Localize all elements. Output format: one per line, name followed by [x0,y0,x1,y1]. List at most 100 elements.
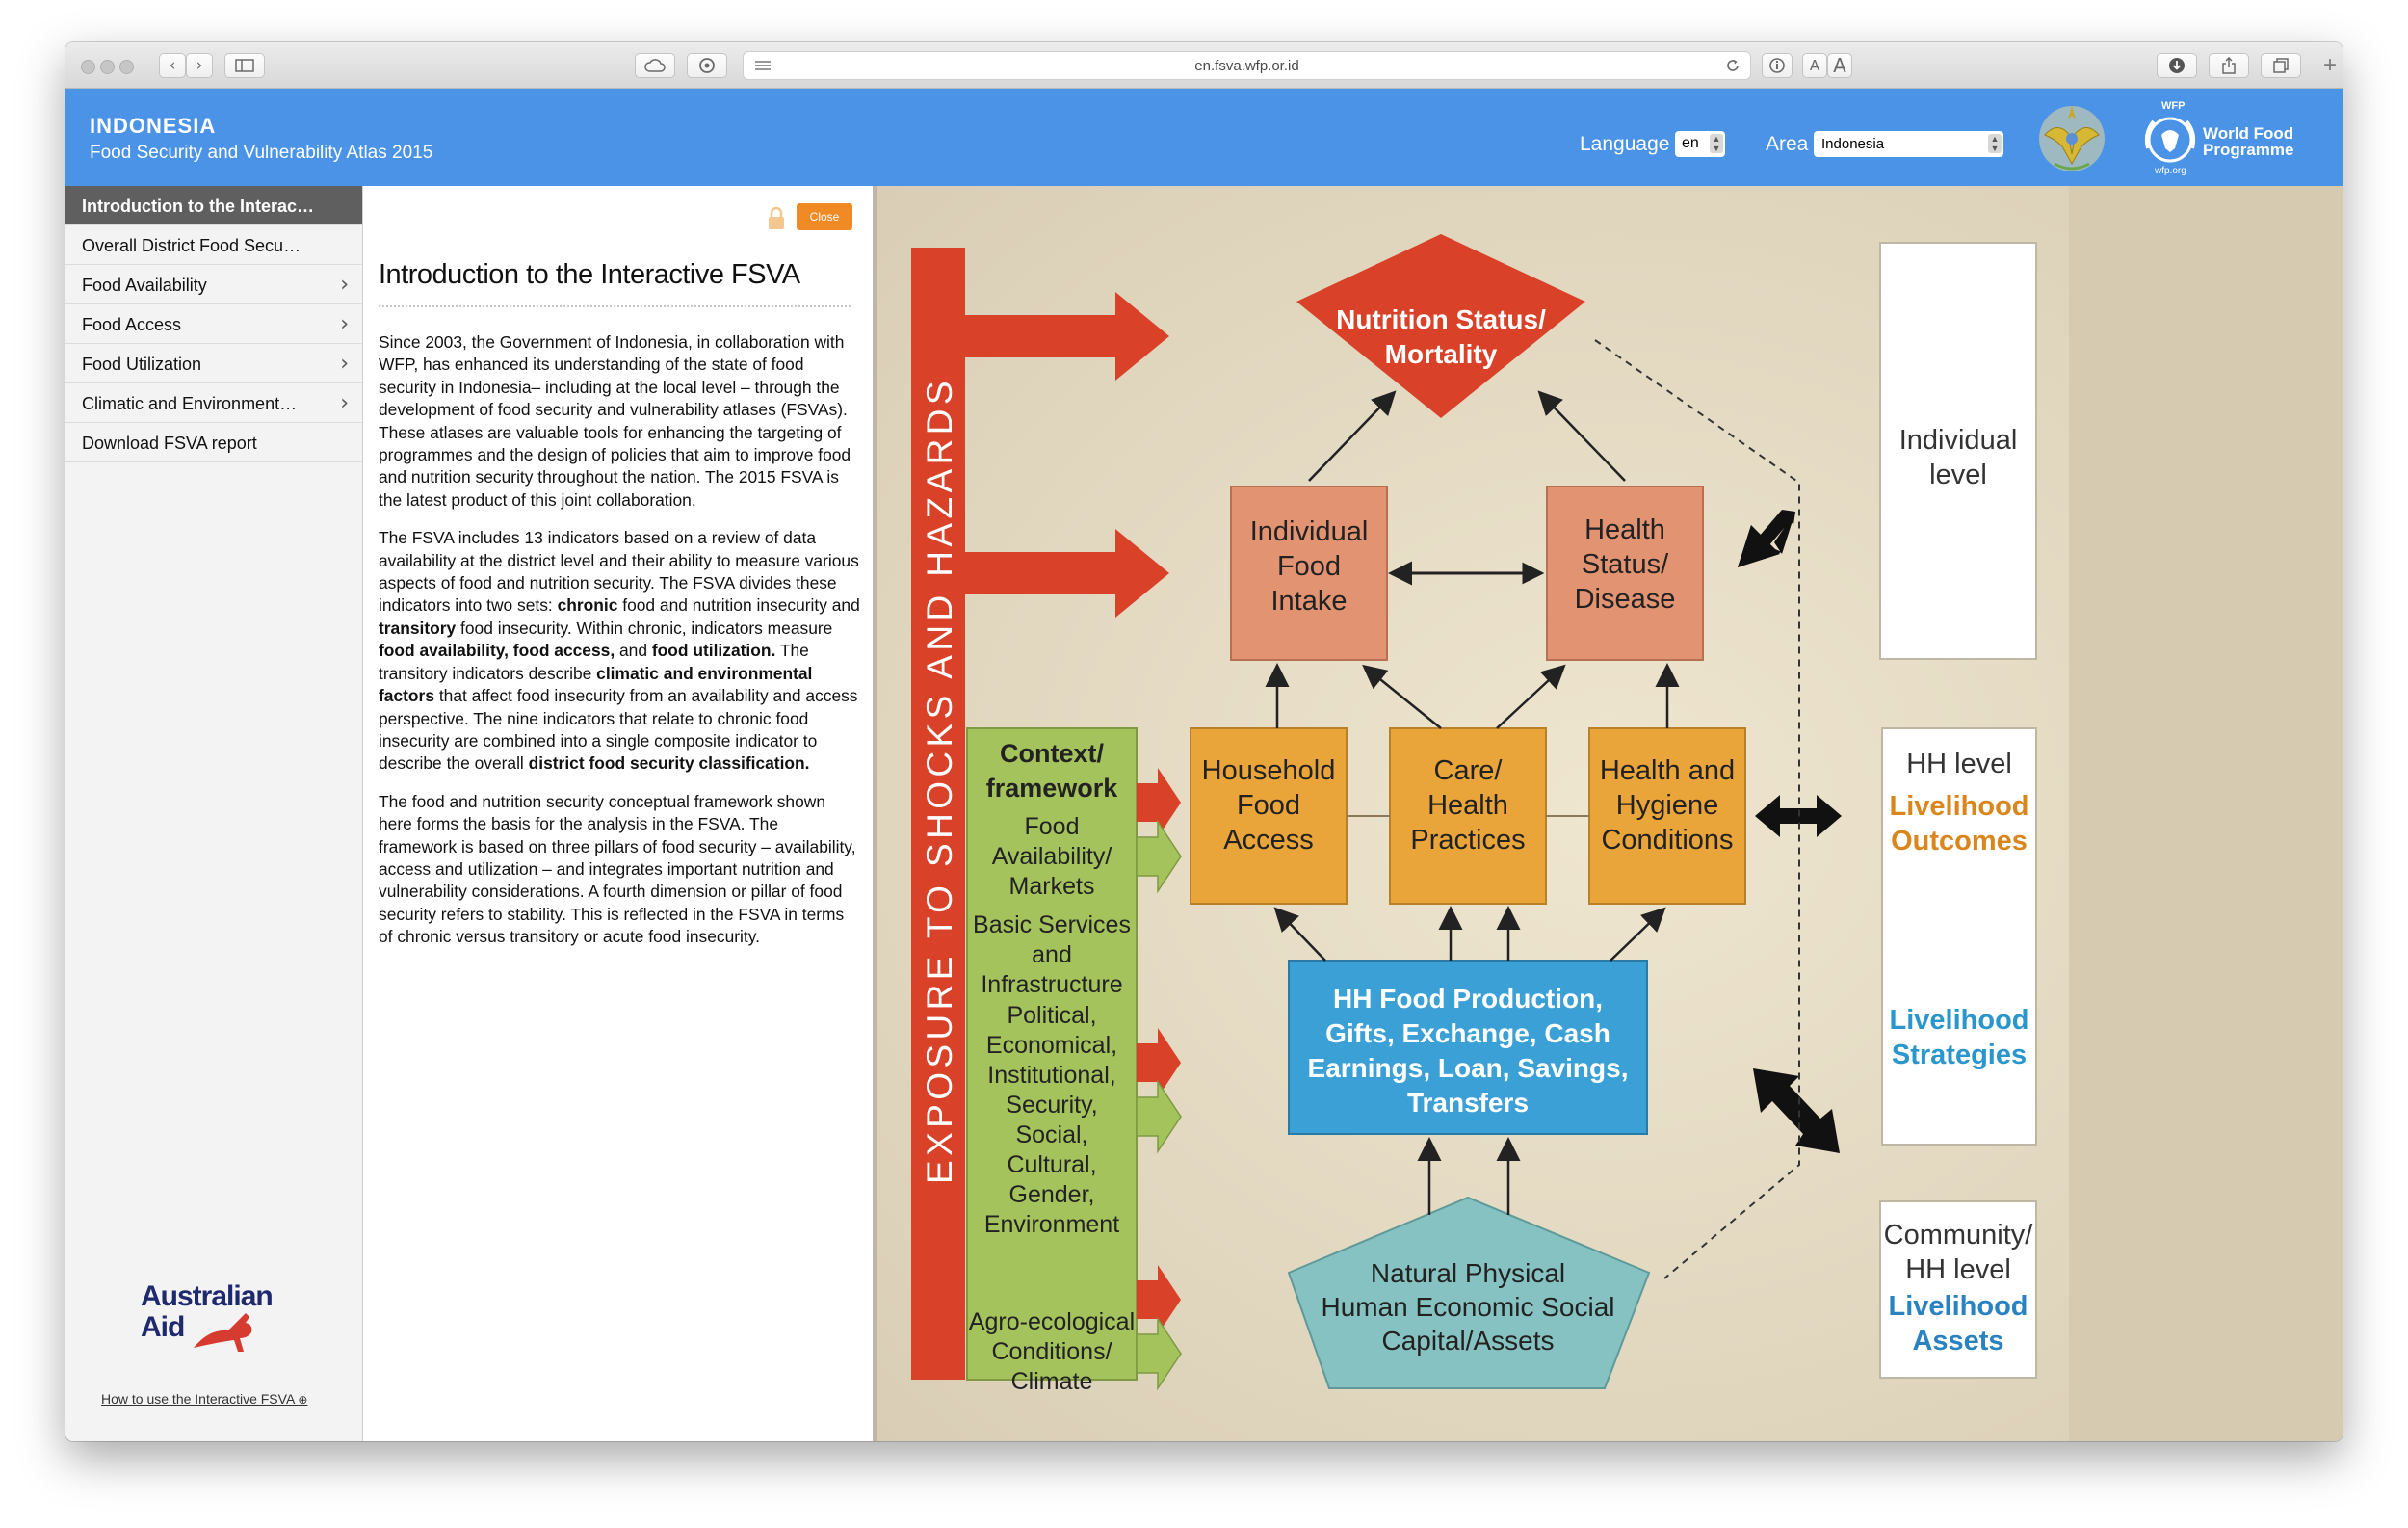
plus-icon: + [2322,52,2337,78]
sidebar-item-label: Food Availability [82,276,207,295]
minimize-window-button[interactable] [100,60,115,74]
new-tab-button[interactable]: + [2322,52,2337,78]
area-value: Indonesia [1821,136,1885,152]
sidebar-item-climatic[interactable]: Climatic and Environment… › [65,383,362,423]
sidebar-item-label: Climatic and Environment… [82,394,298,413]
close-panel-button[interactable]: Close [797,203,852,230]
downloads-button[interactable] [2157,53,2197,78]
hhc-line1: Health and [1600,755,1735,786]
exposure-label: EXPOSURE TO SHOCKS AND HAZARDS [920,377,959,1184]
url-text: en.fsva.wfp.or.id [1194,58,1299,74]
nutrition-line1: Nutrition Status/ [1336,304,1546,334]
wfp-name: World Food Programme [2203,125,2293,158]
outcomes-line2: Outcomes [1891,826,2028,856]
p2-bold-classification: district food security classification. [528,753,810,774]
help-link-label: How to use the Interactive FSVA [101,1391,295,1407]
context-agro-line2: Conditions/ [991,1338,1112,1365]
share-button[interactable] [2209,53,2249,78]
sidebar-item-label: Introduction to the Interac… [82,197,314,216]
community-line1: Community/ [1884,1220,2034,1251]
context-food-line3: Markets [1009,873,1095,900]
community-line2: HH level [1905,1254,2011,1285]
close-window-button[interactable] [81,60,95,74]
zoom-window-button[interactable] [119,60,134,74]
hfa-line2: Food [1237,790,1300,821]
sidebar-item-food-utilization[interactable]: Food Utilization › [65,344,362,383]
privacy-button[interactable] [687,53,727,78]
language-select[interactable]: en ▲ ▼ [1675,131,1725,157]
language-value: en [1682,135,1699,151]
context-title-line1: Context/ [1000,739,1104,768]
outcomes-line1: Livelihood [1890,791,2029,822]
chevron-right-icon: › [340,273,349,297]
text-smaller-label: A [1809,57,1820,74]
wfp-emblem-icon [2144,117,2196,163]
area-select[interactable]: Indonesia ▲ ▼ [1814,131,2003,157]
context-basic-line3: Infrastructure [981,971,1122,998]
cloud-icon [644,59,666,72]
download-icon [2169,58,2185,73]
lock-icon[interactable] [766,206,787,231]
context-agro-line3: Climate [1011,1368,1093,1395]
australian-aid-logo: Australian Aid [136,1280,309,1357]
text-smaller-button[interactable]: A [1802,53,1827,78]
sidebar-item-download-report[interactable]: Download FSVA report [65,423,362,462]
text-larger-button[interactable]: A [1827,53,1852,78]
ca-line2: Human Economic Social [1321,1292,1614,1322]
ca-line3: Capital/Assets [1382,1326,1555,1356]
conceptual-framework: EXPOSURE TO SHOCKS AND HAZARDS Context/ … [873,186,2343,1441]
icloud-tabs-button[interactable] [635,53,675,78]
panel-divider[interactable] [873,186,877,1441]
sidebar-item-food-access[interactable]: Food Access › [65,304,362,344]
sidebar-toggle-button[interactable] [224,53,265,78]
info-button[interactable] [1762,53,1793,78]
hhfp-line3: Earnings, Loan, Savings, [1308,1053,1629,1083]
sidebar-icon [235,59,254,72]
sidebar-item-overall-district[interactable]: Overall District Food Secu… [65,225,362,265]
forward-button[interactable]: › [186,53,213,78]
ifi-line2: Food [1277,551,1341,582]
hs-line2: Status/ [1582,549,1669,580]
context-basic-line2: and [1032,941,1072,968]
chevron-left-icon: ‹ [169,56,176,75]
sidebar-item-label: Download FSVA report [82,434,257,453]
panel-body: Since 2003, the Government of Indonesia,… [379,331,860,964]
paragraph-1: Since 2003, the Government of Indonesia,… [379,332,851,510]
strategies-line1: Livelihood [1890,1005,2029,1036]
address-bar[interactable]: en.fsva.wfp.or.id [743,51,1751,80]
help-link[interactable]: How to use the Interactive FSVA ⊕ [101,1391,307,1407]
shield-icon [699,58,715,73]
p2-bold-chronic: chronic [557,595,618,616]
context-political-line6: Cultural, [1007,1151,1096,1178]
strategies-line2: Strategies [1892,1040,2027,1070]
chevron-right-icon: › [340,312,349,336]
ifi-line3: Intake [1271,586,1348,617]
select-arrows-icon: ▲ ▼ [1988,134,2002,153]
context-food-line2: Availability/ [992,843,1112,870]
assets-line1: Livelihood [1889,1291,2028,1322]
p2-bold-transitory: transitory [379,618,457,638]
hhc-line2: Hygiene [1616,790,1718,821]
chp-line3: Practices [1410,825,1525,856]
country-title: INDONESIA [90,114,217,138]
tabs-icon [2273,58,2289,73]
help-icon: ⊕ [298,1393,308,1407]
paragraph-3: The food and nutrition security conceptu… [379,791,856,947]
browser-toolbar: ‹ › en.fsva.wfp.or.id A A + [65,42,2343,89]
app-header: INDONESIA Food Security and Vulnerabilit… [65,89,2343,186]
area-label: Area [1766,133,1809,155]
text-larger-label: A [1833,54,1846,77]
wfp-name-line2: Programme [2203,141,2294,159]
sidebar-item-introduction[interactable]: Introduction to the Interac… [65,186,362,225]
hs-line1: Health [1584,514,1665,545]
context-basic-line1: Basic Services [973,911,1131,938]
tabs-overview-button[interactable] [2261,53,2301,78]
hhc-line3: Conditions [1601,825,1733,856]
hhfp-line1: HH Food Production, [1333,984,1603,1014]
garuda-emblem-icon [2039,106,2105,171]
hh-level-label: HH level [1906,749,2012,779]
share-icon [2222,56,2236,74]
sidebar-item-food-availability[interactable]: Food Availability › [65,265,362,304]
back-button[interactable]: ‹ [159,53,186,78]
reload-icon[interactable] [1725,58,1741,73]
